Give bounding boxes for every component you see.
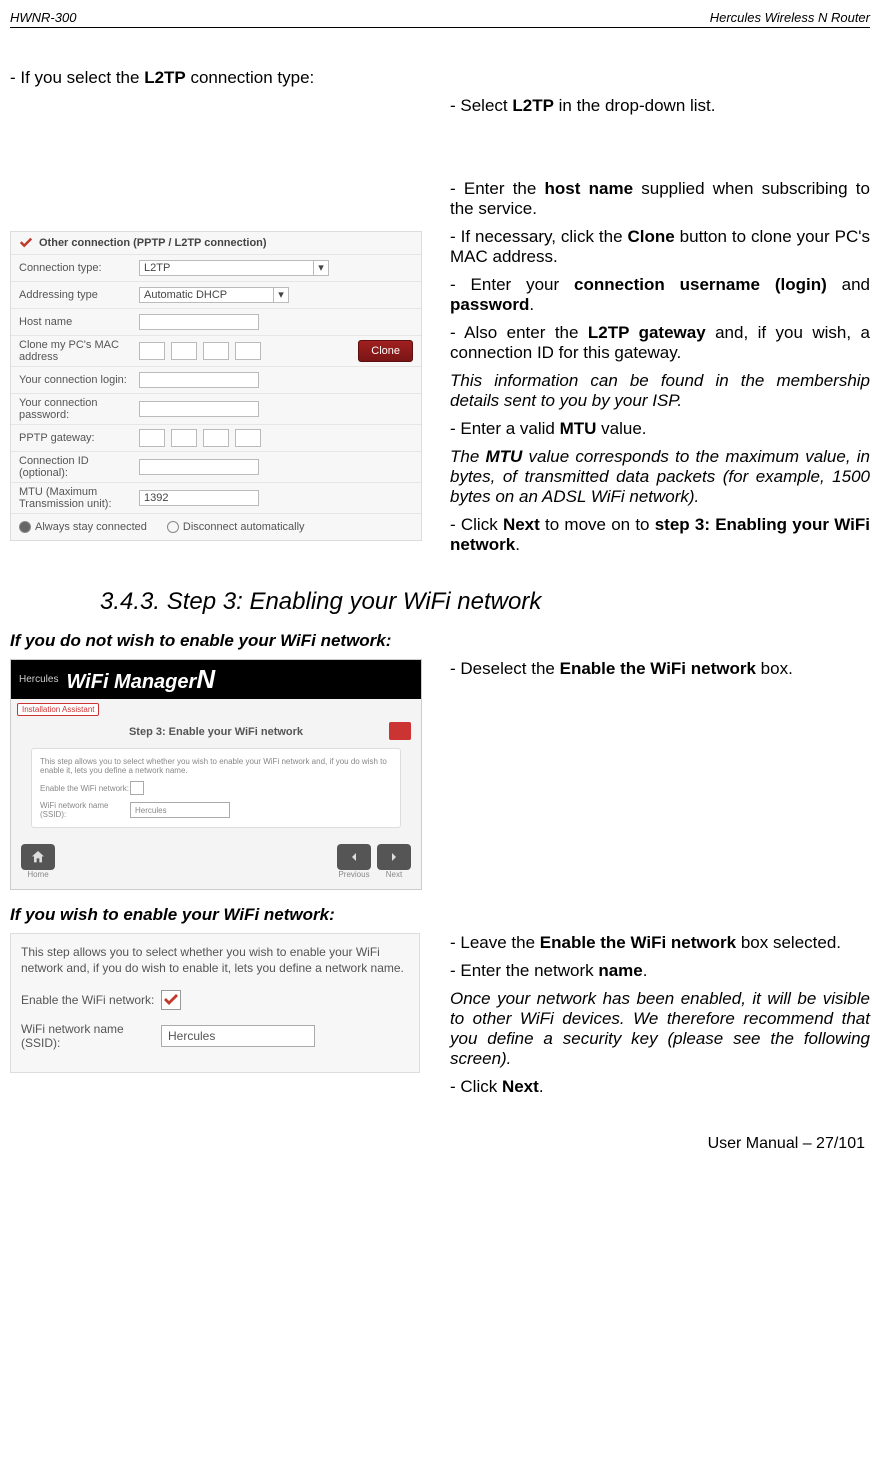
radio-disconnect-auto[interactable]: Disconnect automatically	[167, 521, 305, 533]
addressing-type-label: Addressing type	[19, 289, 139, 301]
wifi-manager-screenshot: Hercules WiFi ManagerN Installation Assi…	[10, 659, 422, 890]
step3-desc: This step allows you to select whether y…	[40, 757, 392, 775]
note-security: Once your network has been enabled, it w…	[450, 989, 870, 1069]
enable-wifi-checkbox[interactable]	[130, 781, 144, 795]
note-mtu: The MTU value corresponds to the maximum…	[450, 447, 870, 507]
instr-leave-selected: - Leave the Enable the WiFi network box …	[450, 933, 870, 953]
connection-type-select[interactable]: L2TP ▾	[139, 260, 329, 276]
gateway-input-group[interactable]	[139, 429, 261, 447]
heading-3-4-3: 3.4.3. Step 3: Enabling your WiFi networ…	[100, 588, 870, 616]
ssid-input-2[interactable]: Hercules	[161, 1025, 315, 1047]
ssid-input[interactable]: Hercules	[130, 802, 230, 818]
home-label: Home	[21, 870, 55, 879]
connection-form-screenshot: Other connection (PPTP / L2TP connection…	[10, 231, 422, 541]
next-button[interactable]	[377, 844, 411, 870]
ssid-label: WiFi network name (SSID):	[40, 801, 130, 819]
login-input[interactable]	[139, 372, 259, 388]
host-name-label: Host name	[19, 316, 139, 328]
mac-label: Clone my PC's MAC address	[19, 339, 139, 363]
instr-next: - Click Next to move on to step 3: Enabl…	[450, 515, 870, 555]
connection-type-label: Connection type:	[19, 262, 139, 274]
installation-assistant-badge: Installation Assistant	[17, 703, 99, 716]
password-label: Your connection password:	[19, 397, 139, 421]
page-footer: User Manual – 27/101	[10, 1135, 870, 1153]
enable-wifi-label: Enable the WiFi network:	[40, 784, 130, 793]
instr-click-next: - Click Next.	[450, 1077, 870, 1097]
intro-line: - If you select the L2TP connection type…	[10, 68, 870, 88]
next-label: Next	[377, 870, 411, 879]
enable-wifi-screenshot: This step allows you to select whether y…	[10, 933, 420, 1073]
previous-button[interactable]	[337, 844, 371, 870]
wifi-manager-title: WiFi ManagerN	[66, 664, 213, 695]
note-isp: This information can be found in the mem…	[450, 371, 870, 411]
mtu-input[interactable]: 1392	[139, 490, 259, 506]
header-right: Hercules Wireless N Router	[710, 10, 870, 25]
subheading-yes-wifi: If you wish to enable your WiFi network:	[10, 905, 870, 925]
instr-login-pwd: - Enter your connection username (login)…	[450, 275, 870, 315]
home-button[interactable]	[21, 844, 55, 870]
chevron-down-icon: ▾	[313, 261, 328, 275]
enable-wifi-checkbox-checked[interactable]	[161, 990, 181, 1010]
instr-clone: - If necessary, click the Clone button t…	[450, 227, 870, 267]
host-name-input[interactable]	[139, 314, 259, 330]
check-icon	[19, 236, 33, 250]
step3-title: Step 3: Enable your WiFi network	[11, 720, 421, 748]
instr-select-l2tp: - Select L2TP in the drop-down list.	[450, 96, 870, 116]
enable-desc: This step allows you to select whether y…	[21, 944, 409, 976]
ssid-label-2: WiFi network name (SSID):	[21, 1022, 161, 1050]
mac-input-group[interactable]	[139, 342, 261, 360]
addressing-type-select[interactable]: Automatic DHCP ▾	[139, 287, 289, 303]
instr-gateway: - Also enter the L2TP gateway and, if yo…	[450, 323, 870, 363]
mtu-label: MTU (Maximum Transmission unit):	[19, 486, 139, 510]
password-input[interactable]	[139, 401, 259, 417]
header-rule	[10, 27, 870, 28]
instr-host-name: - Enter the host name supplied when subs…	[450, 179, 870, 219]
wifi-icon	[389, 722, 411, 740]
enable-wifi-label-2: Enable the WiFi network:	[21, 993, 161, 1007]
connid-input[interactable]	[139, 459, 259, 475]
gateway-label: PPTP gateway:	[19, 432, 139, 444]
clone-button[interactable]: Clone	[358, 340, 413, 362]
instr-deselect: - Deselect the Enable the WiFi network b…	[450, 659, 870, 679]
instr-enter-name: - Enter the network name.	[450, 961, 870, 981]
subheading-no-wifi: If you do not wish to enable your WiFi n…	[10, 631, 870, 651]
header-left: HWNR-300	[10, 10, 76, 25]
previous-label: Previous	[337, 870, 371, 879]
connid-label: Connection ID (optional):	[19, 455, 139, 479]
chevron-down-icon: ▾	[273, 288, 288, 302]
brand-label: Hercules	[19, 674, 58, 685]
instr-mtu: - Enter a valid MTU value.	[450, 419, 870, 439]
login-label: Your connection login:	[19, 374, 139, 386]
radio-stay-connected[interactable]: Always stay connected	[19, 521, 147, 533]
